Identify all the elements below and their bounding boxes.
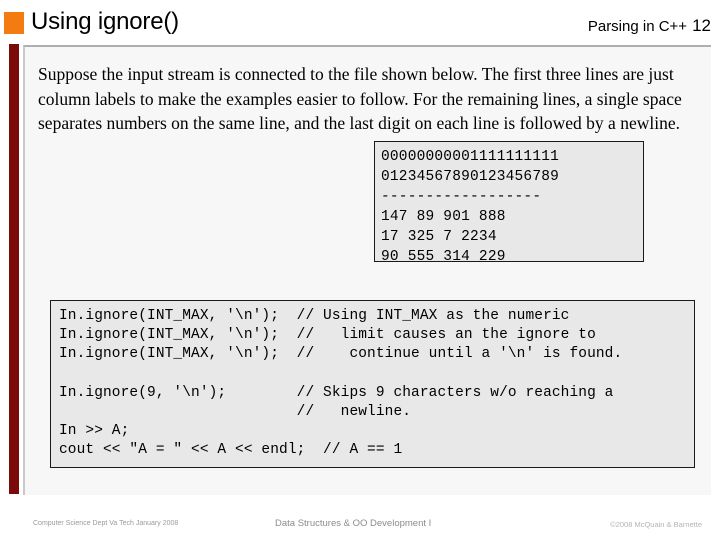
footer-copyright: ©2008 McQuain & Barnette bbox=[610, 520, 702, 529]
file-sample-line: 147 89 901 888 bbox=[381, 209, 506, 225]
code-line: In.ignore(INT_MAX, '\n'); // continue un… bbox=[59, 346, 623, 363]
file-sample-box: 00000000001111111111 0123456789012345678… bbox=[374, 141, 644, 265]
header-course-label: Parsing in C++ 12 bbox=[588, 16, 711, 36]
code-line: In.ignore(INT_MAX, '\n'); // Using INT_M… bbox=[59, 308, 570, 324]
file-sample-line: 90 555 314 229 bbox=[381, 249, 506, 265]
footer-attribution: Computer Science Dept Va Tech January 20… bbox=[33, 520, 179, 527]
slide-footer: Computer Science Dept Va Tech January 20… bbox=[0, 494, 720, 540]
file-sample-line: ------------------ bbox=[381, 189, 542, 205]
code-line: cout << "A = " << A << endl; // A == 1 bbox=[59, 442, 403, 459]
code-line: // newline. bbox=[59, 404, 412, 420]
code-line: In.ignore(9, '\n'); // Skips 9 character… bbox=[59, 384, 614, 401]
file-sample-line: 00000000001111111111 bbox=[381, 149, 560, 165]
slide-page: { "header": { "title": "Using ignore()",… bbox=[0, 0, 720, 540]
body-paragraph: Suppose the input stream is connected to… bbox=[38, 64, 682, 133]
course-name: Parsing in C++ bbox=[587, 18, 688, 35]
left-accent-bar bbox=[9, 44, 19, 494]
page-number: 12 bbox=[692, 16, 711, 35]
content-panel: Suppose the input stream is connected to… bbox=[23, 45, 711, 495]
slide-header: Using ignore() Parsing in C++ 12 bbox=[0, 0, 720, 44]
footer-course-title: Data Structures & OO Development I bbox=[275, 518, 432, 529]
file-sample-line: 17 325 7 2234 bbox=[381, 229, 497, 245]
code-line: In.ignore(INT_MAX, '\n'); // limit cause… bbox=[59, 327, 596, 344]
page-title: Using ignore() bbox=[31, 8, 179, 35]
code-line: In >> A; bbox=[59, 423, 130, 440]
file-sample-line: 01234567890123456789 bbox=[381, 169, 560, 185]
code-sample-box: In.ignore(INT_MAX, '\n'); // Using INT_M… bbox=[50, 300, 695, 468]
title-bullet-icon bbox=[4, 12, 24, 34]
